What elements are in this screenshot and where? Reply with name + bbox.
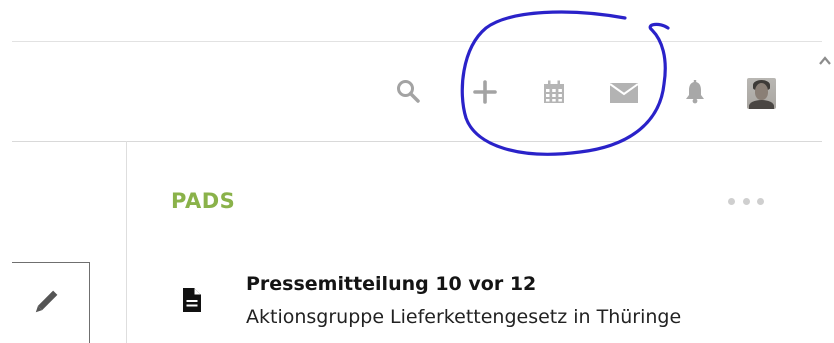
- pads-section-title: PADS: [171, 189, 236, 213]
- app-viewport: PADS Pressemitteilung 10 vor 12 Aktionsg…: [0, 0, 834, 343]
- plus-icon[interactable]: [470, 77, 500, 107]
- avatar-face: [755, 83, 768, 100]
- more-dot: [757, 197, 764, 205]
- user-avatar[interactable]: [747, 78, 776, 109]
- pad-title: Pressemitteilung 10 vor 12: [246, 273, 537, 295]
- mail-icon[interactable]: [607, 79, 641, 107]
- document-icon: [182, 287, 202, 313]
- more-dot: [728, 197, 735, 205]
- sidebar-divider: [126, 141, 127, 343]
- pad-subtitle: Aktionsgruppe Lieferkettengesetz in Thür…: [246, 306, 682, 328]
- pencil-icon[interactable]: [30, 288, 60, 318]
- calendar-icon[interactable]: [539, 77, 569, 107]
- search-icon[interactable]: [393, 76, 423, 106]
- more-options-button[interactable]: [728, 192, 764, 210]
- scroll-up-arrow-icon[interactable]: [818, 54, 832, 68]
- header-divider: [12, 141, 822, 142]
- pad-list-item[interactable]: Pressemitteilung 10 vor 12 Aktionsgruppe…: [130, 265, 830, 343]
- avatar-shoulders: [749, 100, 774, 109]
- more-dot: [742, 197, 750, 205]
- bell-icon[interactable]: [680, 77, 710, 107]
